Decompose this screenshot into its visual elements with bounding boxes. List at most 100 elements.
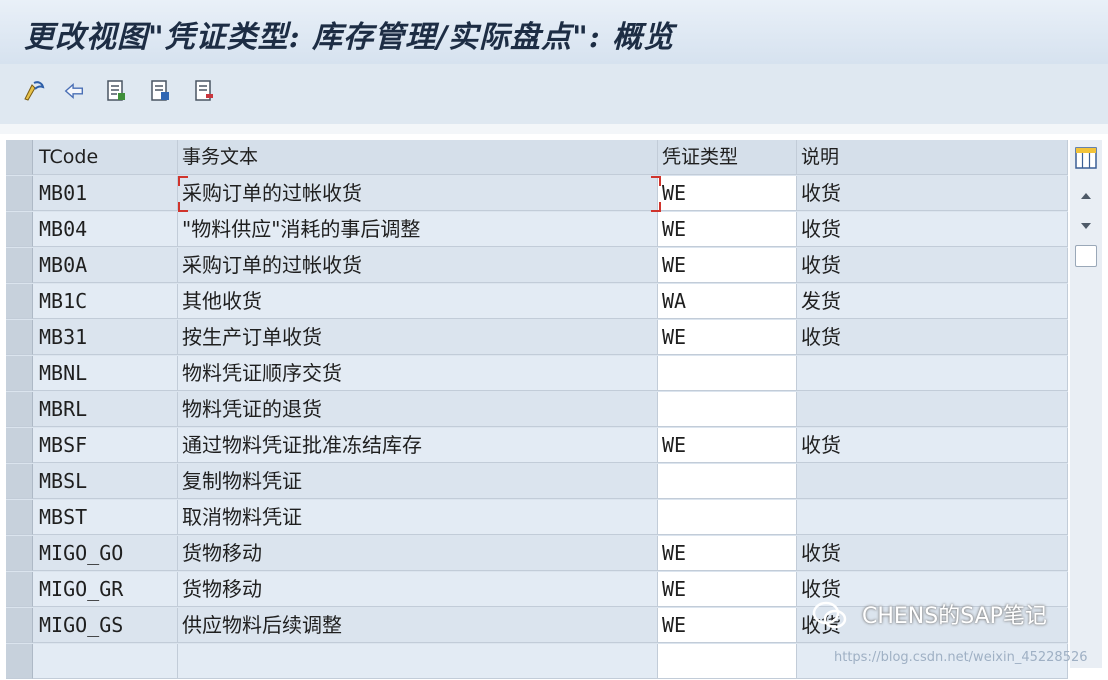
table-control: TCode 事务文本 凭证类型 说明 MB01 采购订单的过帐收货 WE 收货 MB04…: [6, 140, 1068, 679]
table-row[interactable]: MB1C 其他收货 WA 发货: [6, 284, 1068, 320]
row-selector[interactable]: [6, 248, 33, 283]
column-header-desc[interactable]: 说明: [797, 140, 1068, 175]
wechat-icon: [812, 601, 847, 629]
document-type-input[interactable]: WE: [658, 428, 797, 463]
transaction-text-cell: 货物移动: [178, 572, 658, 607]
table-row[interactable]: MB0A 采购订单的过帐收货 WE 收货: [6, 248, 1068, 284]
delete-icon: [195, 80, 213, 101]
description-cell: [797, 356, 1068, 391]
column-header-tcode[interactable]: TCode: [33, 140, 178, 175]
description-cell: 收货: [797, 176, 1068, 211]
description-cell: 收货: [797, 320, 1068, 355]
description-cell: [797, 464, 1068, 499]
document-type-input[interactable]: WE: [658, 536, 797, 571]
table-row[interactable]: MB04 "物料供应"消耗的事后调整 WE 收货: [6, 212, 1068, 248]
transaction-text-cell: 物料凭证的退货: [178, 392, 658, 427]
document-type-input[interactable]: WE: [658, 212, 797, 247]
document-type-input[interactable]: WE: [658, 608, 797, 643]
undo-icon: [64, 83, 83, 99]
copy-as-button[interactable]: [148, 79, 172, 103]
column-config-button[interactable]: [1074, 146, 1098, 170]
scroll-up-button[interactable]: [1074, 184, 1098, 208]
delete-button[interactable]: [192, 79, 216, 103]
row-selector[interactable]: [6, 356, 33, 391]
tcode-cell: MB0A: [33, 248, 178, 283]
transaction-text-cell: 复制物料凭证: [178, 464, 658, 499]
row-selector[interactable]: [6, 428, 33, 463]
description-cell: 收货: [797, 212, 1068, 247]
tcode-cell: MIGO_GS: [33, 608, 178, 643]
row-selector[interactable]: [6, 644, 33, 679]
row-selector[interactable]: [6, 608, 33, 643]
row-selector[interactable]: [6, 284, 33, 319]
document-type-input[interactable]: [658, 644, 797, 679]
tcode-cell: MBRL: [33, 392, 178, 427]
row-selector[interactable]: [6, 320, 33, 355]
table-row[interactable]: MBST 取消物料凭证: [6, 500, 1068, 536]
tcode-cell: MB31: [33, 320, 178, 355]
copy-icon: [151, 80, 169, 101]
column-header-doctype[interactable]: 凭证类型: [658, 140, 797, 175]
document-type-input[interactable]: WE: [658, 176, 797, 211]
row-selector[interactable]: [6, 212, 33, 247]
table-row[interactable]: MB31 按生产订单收货 WE 收货: [6, 320, 1068, 356]
vertical-scrollbar[interactable]: [1070, 140, 1102, 668]
transaction-text-cell: 通过物料凭证批准冻结库存: [178, 428, 658, 463]
column-header-text[interactable]: 事务文本: [178, 140, 658, 175]
table-row[interactable]: MIGO_GO 货物移动 WE 收货: [6, 536, 1068, 572]
row-selector[interactable]: [6, 176, 33, 211]
separator: [0, 124, 1108, 134]
tcode-cell: MIGO_GR: [33, 572, 178, 607]
description-cell: [797, 500, 1068, 535]
row-selector[interactable]: [6, 500, 33, 535]
table-row[interactable]: MBSF 通过物料凭证批准冻结库存 WE 收货: [6, 428, 1068, 464]
scroll-thumb[interactable]: [1074, 244, 1098, 268]
transaction-text-cell: "物料供应"消耗的事后调整: [178, 212, 658, 247]
edit-icon: [24, 81, 45, 101]
transaction-text-cell: 货物移动: [178, 536, 658, 571]
row-selector[interactable]: [6, 464, 33, 499]
table-row[interactable]: MBRL 物料凭证的退货: [6, 392, 1068, 428]
tcode-cell: MIGO_GO: [33, 536, 178, 571]
tcode-cell: MBNL: [33, 356, 178, 391]
row-selector[interactable]: [6, 536, 33, 571]
description-cell: 收货: [797, 248, 1068, 283]
edit-button[interactable]: [22, 79, 46, 103]
transaction-text-cell: 取消物料凭证: [178, 500, 658, 535]
description-cell: 收货: [797, 536, 1068, 571]
document-type-input[interactable]: WA: [658, 284, 797, 319]
transaction-text-cell: 按生产订单收货: [178, 320, 658, 355]
document-type-input[interactable]: [658, 392, 797, 427]
display-change-button[interactable]: [62, 79, 86, 103]
document-type-input[interactable]: [658, 356, 797, 391]
tcode-cell: MB01: [33, 176, 178, 211]
document-type-input[interactable]: WE: [658, 572, 797, 607]
row-selector[interactable]: [6, 392, 33, 427]
watermark-url: https://blog.csdn.net/weixin_45228526: [834, 650, 1088, 665]
select-all-cell[interactable]: [6, 140, 33, 175]
tcode-cell: [33, 644, 178, 679]
row-selector[interactable]: [6, 572, 33, 607]
table-row[interactable]: MBSL 复制物料凭证: [6, 464, 1068, 500]
document-type-input[interactable]: [658, 464, 797, 499]
new-entries-icon: [107, 80, 125, 101]
transaction-text-cell: 采购订单的过帐收货: [178, 176, 658, 211]
transaction-text-cell: 供应物料后续调整: [178, 608, 658, 643]
table-settings-icon: [1075, 147, 1097, 169]
table-row[interactable]: MB01 采购订单的过帐收货 WE 收货: [6, 176, 1068, 212]
transaction-text-cell: [178, 644, 658, 679]
scroll-down-button[interactable]: [1074, 214, 1098, 238]
tcode-cell: MBSL: [33, 464, 178, 499]
document-type-input[interactable]: WE: [658, 320, 797, 355]
table-row[interactable]: MBNL 物料凭证顺序交货: [6, 356, 1068, 392]
title-bar: 更改视图"凭证类型: 库存管理/实际盘点": 概览: [0, 0, 1108, 65]
new-entries-button[interactable]: [104, 79, 128, 103]
table-header-row: TCode 事务文本 凭证类型 说明: [6, 140, 1068, 176]
transaction-text-cell: 其他收货: [178, 284, 658, 319]
chevron-down-icon: [1081, 223, 1091, 229]
document-type-input[interactable]: WE: [658, 248, 797, 283]
tcode-cell: MB1C: [33, 284, 178, 319]
document-type-input[interactable]: [658, 500, 797, 535]
transaction-text-cell: 采购订单的过帐收货: [178, 248, 658, 283]
description-cell: 收货: [797, 428, 1068, 463]
